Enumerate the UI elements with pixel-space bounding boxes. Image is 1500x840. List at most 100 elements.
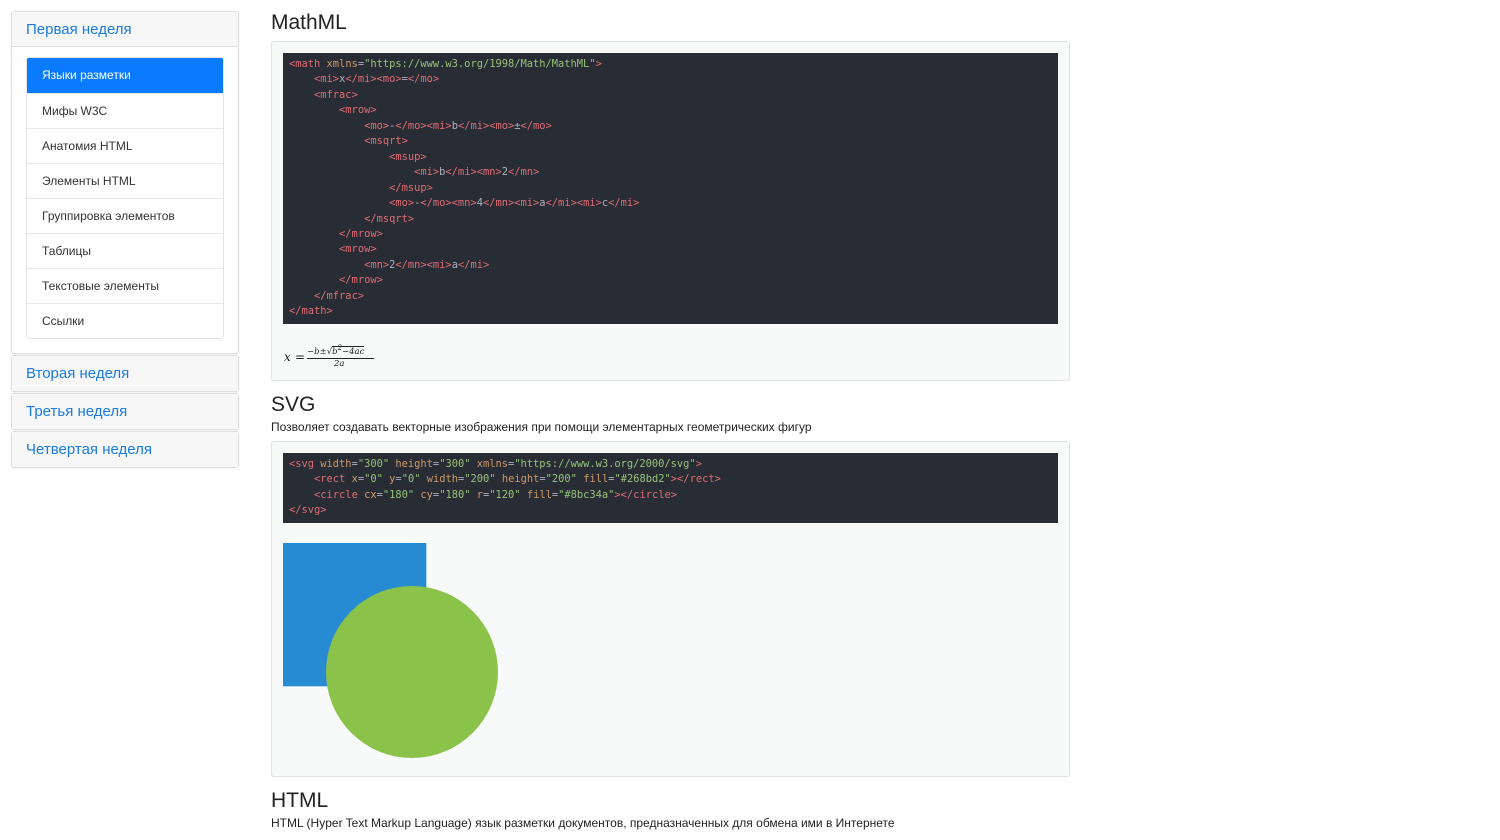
mathml-code-token: <mrow> [339, 104, 377, 117]
svg-code-token: "https://www.w3.org/2000/svg" [514, 458, 696, 470]
mathml-code-token: </mi><mo> [345, 73, 402, 86]
mathml-code-token [289, 243, 339, 255]
mathml-code-token [289, 290, 314, 302]
formula-numerator: −b±√b2−4ac [307, 344, 365, 357]
accordion-header-week-2[interactable]: Вторая неделя [12, 356, 238, 391]
lesson-item-w3c-myths[interactable]: Мифы W3C [27, 93, 223, 128]
mathml-code-token: </msup> [389, 181, 433, 194]
svg-code-token: "300" [357, 458, 390, 470]
svg-code-token: "0" [401, 473, 421, 486]
mathml-code-token [289, 73, 314, 85]
svg-code-token: "#8bc34a" [558, 488, 615, 501]
svg-code-token: width [320, 458, 352, 470]
mathml-code-token: xmlns [326, 58, 358, 70]
svg-code-token: height [395, 458, 433, 470]
mathml-code-token [289, 197, 389, 209]
svg-code-token: "200" [464, 473, 496, 486]
mathml-code-token [289, 274, 339, 286]
mathml-code-block: <math xmlns="https://www.w3.org/1998/Mat… [283, 53, 1058, 324]
formula-denominator: 2a [334, 358, 345, 369]
mathml-code-token [289, 104, 339, 116]
mathml-code-token: <mfrac> [314, 88, 358, 101]
svg-code-token: <rect [314, 473, 352, 486]
accordion-week-4: Четвертая неделя [11, 431, 239, 468]
mathml-code-token: </mi><mi> [545, 197, 602, 210]
section-title-mathml: MathML [271, 11, 347, 34]
svg-code-token [289, 473, 314, 485]
mathml-code-token: </msqrt> [364, 212, 415, 225]
mathml-code-token: </mn> [508, 166, 540, 179]
mathml-code-token: </mrow> [339, 227, 383, 240]
mathml-code-token: </mn><mi> [395, 258, 452, 271]
mathml-code-token: <mo> [389, 197, 415, 210]
mathml-code-token: </mo><mn> [420, 197, 477, 210]
lesson-list: Языки разметки Мифы W3C Анатомия HTML Эл… [26, 57, 224, 339]
numerator-prefix: −b± [307, 346, 327, 357]
formula-fraction: −b±√b2−4ac 2a [307, 344, 374, 370]
accordion-week-2: Вторая неделя [11, 355, 239, 392]
mathml-code-token [289, 120, 364, 132]
svg-code-token: "180" [439, 488, 471, 501]
svg-code-token: cy [420, 488, 433, 501]
svg-code-token: fill [583, 473, 609, 486]
svg-code-token: "120" [489, 488, 521, 501]
svg-code-block: <svg width="300" height="300" xmlns="htt… [283, 453, 1058, 523]
mathml-code-token [289, 166, 414, 178]
mathml-rendered-formula: x = −b±√b2−4ac 2a [283, 324, 1058, 380]
mathml-code-token [289, 182, 389, 194]
lesson-item-links[interactable]: Ссылки [27, 303, 223, 338]
mathml-code-token: "https://www.w3.org/1998/Math/MathML" [364, 58, 596, 70]
mathml-code-token: <mi> [314, 73, 340, 86]
mathml-code-token [289, 151, 389, 163]
svg-code-token: "#268bd2" [614, 473, 671, 486]
svg-code-token: </svg> [289, 504, 327, 517]
svg-code-token: <svg [289, 458, 321, 470]
svg-code-token: xmlns [476, 458, 509, 470]
mathml-code-token [289, 89, 314, 101]
mathml-code-token: </math> [289, 305, 333, 318]
main-content: MathML <math xmlns = "https://www.w3.org/1… [271, 0, 1070, 832]
svg-code-token: height [501, 473, 540, 486]
sidebar-accordion: Первая неделя Языки разметки Мифы W3C Ан… [11, 11, 239, 469]
green-circle-shape [326, 585, 498, 758]
section-description-svg: Позволяет создавать векторные изображени… [271, 420, 812, 434]
mathml-code-token: </mi> [608, 197, 640, 210]
lesson-item-html-elements[interactable]: Элементы HTML [27, 163, 223, 198]
mathml-code-token: </mi><mo> [457, 119, 515, 132]
mathml-code-token: <math [289, 58, 327, 70]
lesson-item-tables[interactable]: Таблицы [27, 233, 223, 268]
mathml-code-token: </mrow> [339, 274, 383, 287]
mathml-code-token: <msup> [389, 150, 427, 163]
mathml-code-token: </mo> [407, 73, 440, 86]
lesson-item-html-anatomy[interactable]: Анатомия HTML [27, 128, 223, 163]
svg-code-token: "0" [364, 473, 383, 486]
lesson-item-markup-languages[interactable]: Языки разметки [27, 58, 223, 93]
mathml-code-token: </mn><mi> [482, 197, 540, 210]
mathml-demo-card: <math xmlns = "https://www.w3.org/1998/Mat… [271, 41, 1070, 381]
accordion-body-week-1: Языки разметки Мифы W3C Анатомия HTML Эл… [12, 47, 238, 353]
mathml-code-token: <mrow> [339, 243, 377, 256]
svg-code-token: "180" [382, 488, 415, 501]
formula-equals: = [295, 349, 306, 364]
mathml-code-token: <msqrt> [364, 135, 408, 148]
lesson-item-text-elements[interactable]: Текстовые элементы [27, 268, 223, 303]
svg-code-token: "300" [439, 458, 471, 470]
accordion-header-week-1[interactable]: Первая неделя [12, 12, 238, 47]
lesson-item-element-grouping[interactable]: Группировка элементов [27, 198, 223, 233]
accordion-week-1: Первая неделя Языки разметки Мифы W3C Ан… [11, 11, 239, 354]
mathml-code-token: <mn> [364, 258, 390, 271]
radicand: b2−4ac [332, 344, 365, 357]
mathml-code-token: </mi> [457, 258, 490, 271]
svg-code-token: "200" [545, 473, 577, 486]
svg-code-token: <circle [314, 488, 365, 501]
section-description-html: HTML (Hyper Text Markup Language) язык р… [271, 816, 895, 830]
radicand-rest: −4ac [342, 346, 365, 357]
mathml-code-token: > [595, 58, 602, 70]
mathml-code-token: <mi> [414, 166, 440, 179]
svg-rendered-output [283, 542, 1058, 793]
accordion-header-week-4[interactable]: Четвертая неделя [12, 432, 238, 467]
svg-code-token: ></circle> [614, 488, 677, 501]
formula-lhs: x [284, 349, 291, 364]
mathml-code-token [289, 259, 364, 271]
accordion-header-week-3[interactable]: Третья неделя [12, 394, 238, 429]
